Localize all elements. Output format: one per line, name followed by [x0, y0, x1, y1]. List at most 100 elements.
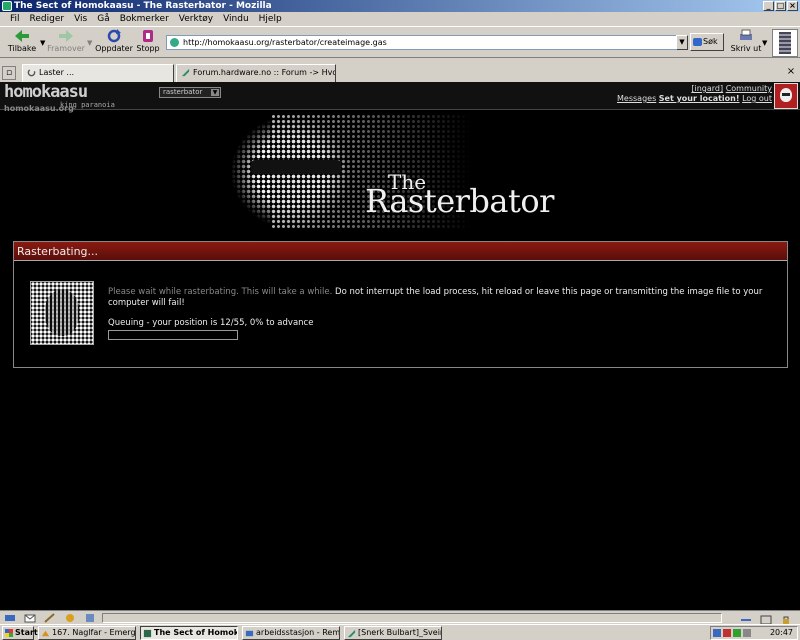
taskbar-item-label: The Sect of Homokaa... — [154, 628, 238, 637]
page-content: homokaasu king paranoia rasterbator ▼ [i… — [0, 82, 800, 610]
search-icon — [693, 38, 702, 46]
back-dropdown-icon[interactable]: ▼ — [40, 39, 45, 47]
status-bar — [0, 610, 800, 625]
forward-arrow-icon — [59, 30, 73, 42]
throbber-icon — [772, 29, 798, 57]
print-label: Skriv ut — [730, 44, 762, 53]
user-links: [ingard] Community Messages Set your loc… — [617, 84, 772, 104]
menu-bar: Fil Rediger Vis Gå Bokmerker Verktøy Vin… — [0, 12, 800, 26]
taskbar-item-mozilla[interactable]: The Sect of Homokaa... — [140, 626, 238, 640]
maximize-button[interactable]: □ — [775, 1, 786, 11]
forum-favicon-icon — [181, 68, 190, 77]
site-section-select[interactable]: rasterbator ▼ — [159, 87, 221, 98]
remote-desktop-icon — [245, 630, 254, 637]
search-label: Søk — [703, 37, 718, 46]
close-button[interactable]: × — [787, 1, 798, 11]
tab-loading[interactable]: Laster ... — [22, 64, 174, 82]
url-dropdown-icon[interactable]: ▼ — [676, 35, 688, 50]
forward-dropdown-icon[interactable]: ▼ — [87, 39, 92, 47]
stop-button[interactable]: Stopp — [128, 29, 168, 57]
menu-help[interactable]: Hjelp — [259, 14, 282, 24]
site-select-value: rasterbator — [163, 88, 203, 96]
stop-label: Stopp — [136, 44, 160, 53]
site-header: homokaasu king paranoia rasterbator ▼ [i… — [0, 82, 800, 113]
tab-label: Forum.hardware.no :: Forum -> Hvor svæ..… — [193, 68, 335, 77]
back-label: Tilbake — [7, 44, 37, 53]
printer-icon — [740, 29, 752, 40]
print-button[interactable]: Skriv ut — [726, 29, 766, 57]
panel-title: Rasterbating... — [14, 242, 787, 261]
navigation-toolbar: Tilbake ▼ Framover ▼ Oppdater Stopp http… — [0, 26, 800, 58]
print-dropdown-icon[interactable]: ▼ — [762, 39, 767, 47]
rasterbating-panel: Rasterbating... Please wait while raster… — [13, 241, 788, 368]
wait-message-dim: Please wait while rasterbating. This wil… — [108, 287, 333, 297]
minimize-button[interactable]: _ — [763, 1, 774, 11]
reload-icon — [107, 29, 121, 43]
wait-message: Please wait while rasterbating. This wil… — [108, 287, 768, 309]
status-text — [102, 613, 722, 623]
glasses-shape — [251, 160, 341, 174]
status-security-area — [740, 613, 798, 625]
rasterized-thumbnail — [30, 281, 94, 345]
system-tray: 20:47 — [710, 626, 798, 640]
loading-spinner-icon — [27, 68, 36, 77]
menu-view[interactable]: Vis — [74, 14, 87, 24]
chat-icon[interactable] — [64, 613, 76, 623]
forward-button[interactable]: Framover — [46, 29, 86, 57]
page-icon — [170, 38, 179, 47]
new-tab-button[interactable]: ▫ — [2, 66, 16, 80]
taskbar-item-label: 167. Naglfar - Emerging ... — [52, 628, 136, 637]
community-link[interactable]: Community — [726, 84, 772, 93]
tab-forum[interactable]: Forum.hardware.no :: Forum -> Hvor svæ..… — [176, 64, 336, 82]
composer-icon[interactable] — [44, 613, 56, 623]
stop-icon — [143, 30, 153, 42]
messages-link[interactable]: Messages — [617, 94, 656, 103]
url-input[interactable]: http://homokaasu.org/rasterbator/createi… — [166, 35, 686, 50]
address-book-icon[interactable] — [84, 613, 96, 623]
progress-bar — [108, 330, 238, 340]
tab-label: Laster ... — [39, 68, 75, 77]
close-tab-icon[interactable]: × — [784, 66, 798, 80]
rasterbator-banner: The Rasterbator — [211, 114, 567, 230]
menu-go[interactable]: Gå — [97, 14, 110, 24]
navigator-icon[interactable] — [4, 613, 16, 623]
windows-logo-icon — [5, 629, 13, 637]
site-logo[interactable]: homokaasu king paranoia — [4, 84, 154, 110]
network-icon[interactable] — [713, 629, 721, 637]
mail-icon[interactable] — [24, 613, 36, 623]
window-title: The Sect of Homokaasu - The Rasterbator … — [14, 1, 272, 11]
url-text: http://homokaasu.org/rasterbator/createi… — [183, 38, 387, 47]
menu-edit[interactable]: Rediger — [30, 14, 65, 24]
clock: 20:47 — [769, 628, 793, 637]
mozilla-icon — [2, 1, 12, 11]
volume-icon[interactable] — [743, 629, 751, 637]
chevron-down-icon: ▼ — [211, 89, 219, 96]
window-title-bar: The Sect of Homokaasu - The Rasterbator … — [0, 0, 800, 12]
back-button[interactable]: Tilbake — [2, 29, 42, 57]
site-name: homokaasu.org — [4, 104, 74, 113]
start-label: Start — [15, 628, 38, 637]
taskbar-item-label: arbeidsstasjon - Remote ... — [256, 628, 340, 637]
antivirus-icon[interactable] — [723, 629, 731, 637]
mozilla-icon — [143, 629, 152, 638]
taskbar-item-remote[interactable]: arbeidsstasjon - Remote ... — [242, 626, 340, 640]
taskbar-item-naglfar[interactable]: 167. Naglfar - Emerging ... — [38, 626, 136, 640]
menu-window[interactable]: Vindu — [223, 14, 249, 24]
search-button[interactable]: Søk — [690, 33, 724, 51]
forward-label: Framover — [47, 44, 85, 53]
banner-title: Rasterbator — [365, 182, 554, 220]
tab-bar: ▫ Laster ... Forum.hardware.no :: Forum … — [0, 62, 800, 82]
set-location-link[interactable]: Set your location! — [659, 94, 740, 103]
taskbar-item-snerk[interactable]: [Snerk Bulbart]_Sveinun... — [344, 626, 442, 640]
menu-tools[interactable]: Verktøy — [179, 14, 213, 24]
menu-bookmarks[interactable]: Bokmerker — [120, 14, 169, 24]
avatar[interactable] — [774, 83, 798, 109]
taskbar: Start 167. Naglfar - Emerging ... The Se… — [0, 624, 800, 640]
menu-file[interactable]: Fil — [10, 14, 20, 24]
messenger-icon[interactable] — [733, 629, 741, 637]
winamp-icon — [41, 630, 50, 637]
start-button[interactable]: Start — [2, 626, 38, 640]
user-link[interactable]: [ingard] — [691, 84, 723, 93]
logout-link[interactable]: Log out — [742, 94, 772, 103]
taskbar-item-label: [Snerk Bulbart]_Sveinun... — [358, 628, 441, 637]
